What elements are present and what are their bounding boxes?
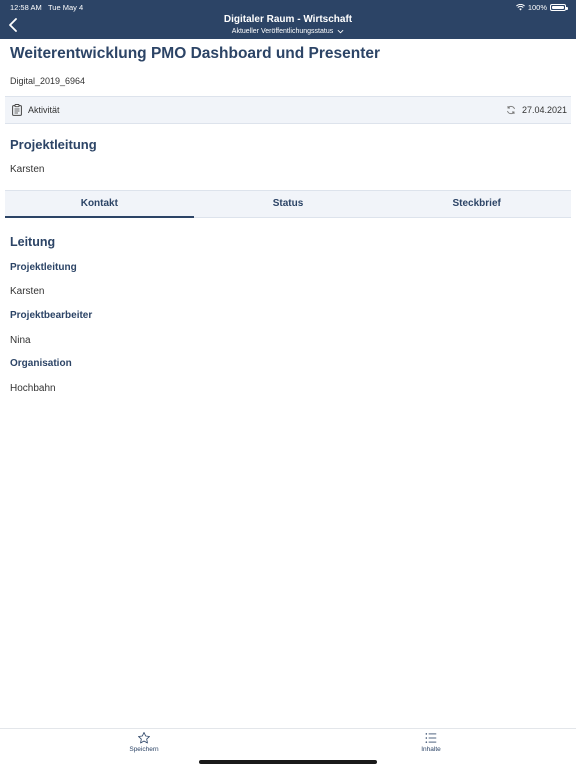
save-label: Speichern bbox=[129, 746, 159, 753]
field-label-projektleitung: Projektleitung bbox=[10, 262, 77, 273]
document-id: Digital_2019_6964 bbox=[10, 76, 86, 86]
chevron-down-icon bbox=[337, 29, 344, 34]
contents-button[interactable]: Inhalte bbox=[401, 731, 461, 753]
battery-percent: 100% bbox=[527, 3, 547, 12]
battery-icon bbox=[550, 4, 568, 11]
clipboard-icon bbox=[12, 104, 22, 116]
publication-status-label: Aktueller Veröffentlichungsstatus bbox=[231, 28, 334, 35]
field-value-organisation: Hochbahn bbox=[10, 383, 56, 394]
status-time: 12:58 AM Tue May 4 bbox=[10, 3, 84, 12]
field-label-projektbearbeiter: Projektbearbeiter bbox=[10, 310, 93, 321]
projektleitung-value: Karsten bbox=[10, 164, 45, 175]
publication-status-dropdown[interactable]: Aktueller Veröffentlichungsstatus bbox=[0, 28, 576, 35]
tab-bar: Kontakt Status Steckbrief bbox=[5, 190, 571, 218]
tab-kontakt[interactable]: Kontakt bbox=[5, 191, 194, 218]
activity-date: 27.04.2021 bbox=[521, 105, 567, 115]
sync-icon bbox=[507, 105, 515, 115]
activity-bar[interactable]: Aktivität 27.04.2021 bbox=[5, 96, 571, 124]
projektleitung-heading: Projektleitung bbox=[10, 137, 97, 152]
activity-label: Aktivität bbox=[28, 105, 60, 115]
page-title: Weiterentwicklung PMO Dashboard und Pres… bbox=[10, 45, 381, 62]
navigation-header: 12:58 AM Tue May 4 100% Digitaler Raum -… bbox=[0, 0, 576, 39]
contents-label: Inhalte bbox=[421, 746, 441, 753]
list-icon bbox=[425, 733, 437, 743]
tab-status[interactable]: Status bbox=[194, 191, 383, 217]
header-title: Digitaler Raum - Wirtschaft bbox=[223, 14, 353, 25]
leitung-heading: Leitung bbox=[10, 235, 56, 249]
field-value-projektleitung: Karsten bbox=[10, 286, 45, 297]
wifi-icon bbox=[515, 4, 525, 11]
status-indicators: 100% bbox=[515, 3, 568, 12]
save-button[interactable]: Speichern bbox=[114, 731, 174, 753]
tab-steckbrief[interactable]: Steckbrief bbox=[382, 191, 571, 217]
star-icon bbox=[138, 732, 150, 744]
field-value-projektbearbeiter: Nina bbox=[10, 335, 31, 346]
home-indicator[interactable] bbox=[199, 760, 377, 764]
field-label-organisation: Organisation bbox=[10, 358, 72, 369]
